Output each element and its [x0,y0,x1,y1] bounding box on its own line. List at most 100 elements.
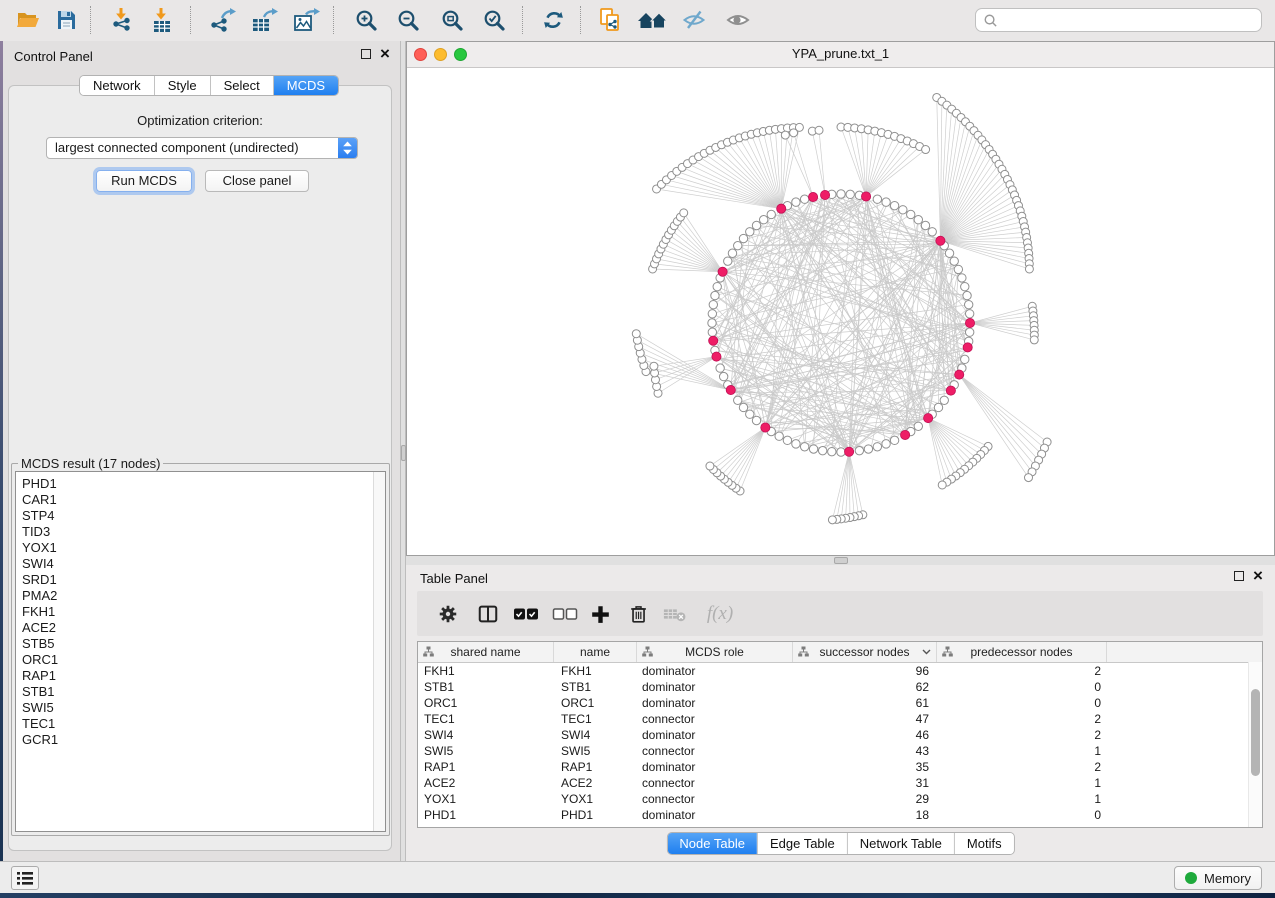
table-row[interactable]: YOX1YOX1connector291 [418,791,1262,807]
unchecked-boxes-icon [552,606,578,622]
list-item[interactable]: PMA2 [16,588,385,604]
fx-icon: f(x) [707,603,733,625]
export-network-button[interactable] [206,5,238,35]
list-item[interactable]: TEC1 [16,716,385,732]
column-header-shared-name[interactable]: shared name [418,642,554,662]
columns-icon [477,603,499,625]
tab-network[interactable]: Network [80,76,154,95]
tab-select[interactable]: Select [210,76,273,95]
run-mcds-button[interactable]: Run MCDS [96,170,192,192]
zoom-selected-button[interactable] [478,5,510,35]
list-item[interactable]: GCR1 [16,732,385,748]
column-header-name[interactable]: name [554,642,637,662]
close-panel-button[interactable]: Close panel [205,170,309,192]
network-window-titlebar[interactable]: YPA_prune.txt_1 [407,42,1274,68]
task-history-button[interactable] [11,866,39,890]
table-row[interactable]: TEC1TEC1connector472 [418,711,1262,727]
export-image-button[interactable] [290,5,322,35]
delete-table-button[interactable] [663,602,687,626]
select-all-button[interactable] [511,602,541,626]
tab-edge-table[interactable]: Edge Table [757,833,847,854]
table-row[interactable]: SWI4SWI4dominator462 [418,727,1262,743]
checked-boxes-icon [513,606,539,622]
function-builder-button[interactable]: f(x) [703,602,737,626]
column-header-mcds-role[interactable]: MCDS role [637,642,793,662]
refresh-button[interactable] [537,5,569,35]
export-table-button[interactable] [248,5,280,35]
create-column-button[interactable] [588,602,612,626]
tab-node-table[interactable]: Node Table [667,833,757,854]
column-type-icon [423,646,434,657]
table-row[interactable]: FKH1FKH1dominator962 [418,663,1262,679]
float-panel-icon[interactable] [1234,571,1244,581]
list-item[interactable]: CAR1 [16,492,385,508]
show-all-button[interactable] [722,5,754,35]
search-box[interactable] [975,8,1262,32]
list-item[interactable]: SWI5 [16,700,385,716]
list-item[interactable]: SWI4 [16,556,385,572]
list-item[interactable]: TID3 [16,524,385,540]
table-panel-title: Table Panel [420,571,488,586]
list-item[interactable]: FKH1 [16,604,385,620]
cell-successor-nodes: 35 [793,759,937,775]
table-row[interactable]: ORC1ORC1dominator610 [418,695,1262,711]
table-scrollbar-thumb[interactable] [1251,689,1260,776]
table-row[interactable]: RAP1RAP1dominator352 [418,759,1262,775]
table-settings-button[interactable] [436,602,460,626]
float-panel-icon[interactable] [361,49,371,59]
zoom-out-button[interactable] [392,5,424,35]
list-scrollbar[interactable] [373,472,385,831]
cell-name: STB1 [554,679,637,695]
table-body: FKH1FKH1dominator962STB1STB1dominator620… [418,663,1262,823]
zoom-in-button[interactable] [350,5,382,35]
splitter-grip[interactable] [834,557,848,564]
delete-column-button[interactable] [627,602,651,626]
import-network-button[interactable] [106,5,138,35]
column-header-predecessor-nodes[interactable]: predecessor nodes [937,642,1107,662]
cell-successor-nodes: 31 [793,775,937,791]
save-session-button[interactable] [50,5,82,35]
optimization-criterion-select[interactable]: largest connected component (undirected) [46,137,358,159]
list-item[interactable]: ORC1 [16,652,385,668]
table-row[interactable]: PHD1PHD1dominator180 [418,807,1262,823]
import-table-button[interactable] [146,5,178,35]
cell-name: FKH1 [554,663,637,679]
share-document-button[interactable] [594,5,626,35]
list-item[interactable]: STB5 [16,636,385,652]
list-item[interactable]: YOX1 [16,540,385,556]
tab-mcds[interactable]: MCDS [273,76,338,95]
open-session-button[interactable] [12,5,44,35]
table-row[interactable]: SWI5SWI5connector431 [418,743,1262,759]
close-panel-icon[interactable]: × [1253,571,1263,581]
table-row[interactable]: STB1STB1dominator620 [418,679,1262,695]
list-item[interactable]: STB1 [16,684,385,700]
cell-mcds-role: dominator [637,807,793,823]
tab-style[interactable]: Style [154,76,210,95]
show-columns-button[interactable] [476,602,500,626]
list-item[interactable]: STP4 [16,508,385,524]
tab-motifs[interactable]: Motifs [954,833,1014,854]
mcds-result-list[interactable]: PHD1CAR1STP4TID3YOX1SWI4SRD1PMA2FKH1ACE2… [15,471,386,832]
list-item[interactable]: ACE2 [16,620,385,636]
cell-successor-nodes: 47 [793,711,937,727]
cell-name: SWI4 [554,727,637,743]
list-item[interactable]: SRD1 [16,572,385,588]
horizontal-splitter[interactable] [406,556,1275,565]
table-scrollbar[interactable] [1248,662,1262,827]
close-panel-icon[interactable]: × [380,49,390,59]
list-item[interactable]: PHD1 [16,476,385,492]
memory-button[interactable]: Memory [1174,866,1262,890]
zoom-fit-button[interactable] [436,5,468,35]
cell-predecessor-nodes: 2 [937,711,1107,727]
home-icon [636,8,668,32]
list-item[interactable]: RAP1 [16,668,385,684]
home-button[interactable] [634,5,670,35]
search-input[interactable] [1003,12,1261,29]
tab-network-table[interactable]: Network Table [847,833,954,854]
network-canvas[interactable] [407,67,1274,555]
table-row[interactable]: ACE2ACE2connector311 [418,775,1262,791]
deselect-all-button[interactable] [550,602,580,626]
hide-selected-button[interactable] [678,5,710,35]
column-header-successor-nodes[interactable]: successor nodes [793,642,937,662]
delete-table-icon [663,605,687,623]
